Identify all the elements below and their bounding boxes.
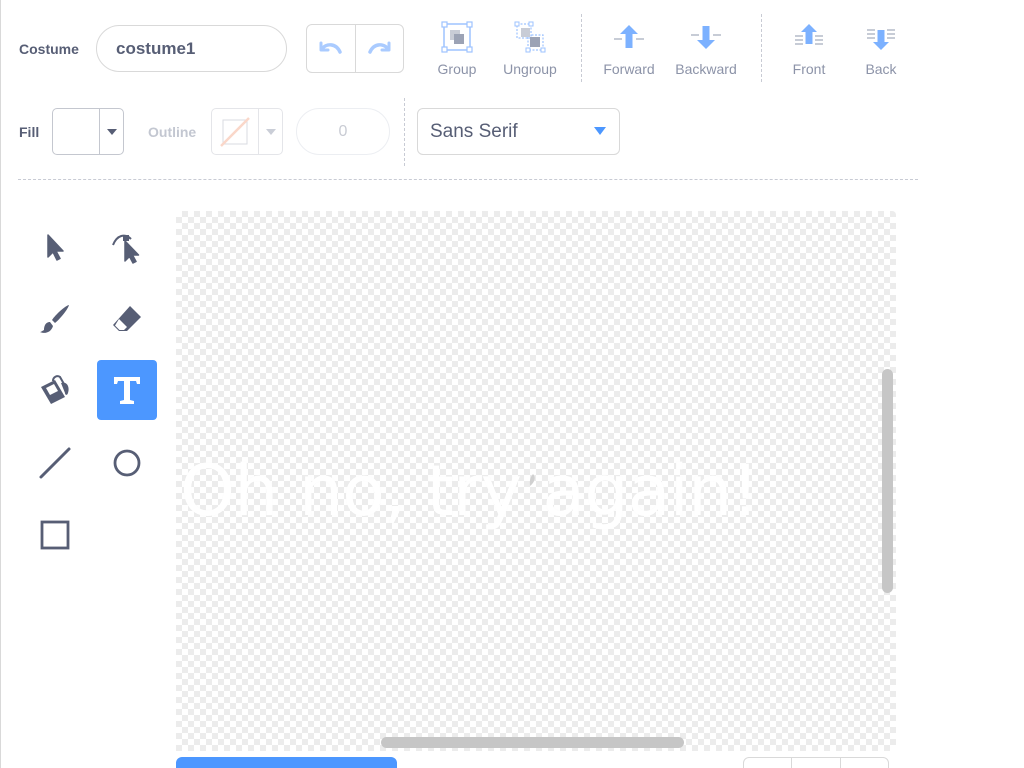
group-label: Group xyxy=(437,61,477,77)
ungroup-label: Ungroup xyxy=(503,61,557,77)
fill-dropdown[interactable] xyxy=(99,109,123,154)
caret-down-icon xyxy=(106,128,117,135)
outline-label: Outline xyxy=(148,124,197,140)
front-button[interactable]: Front xyxy=(772,20,846,80)
forward-label: Forward xyxy=(603,61,655,77)
toolbar-separator xyxy=(18,179,918,180)
select-tool[interactable] xyxy=(25,217,85,277)
back-label: Back xyxy=(865,61,897,77)
back-button[interactable]: Back xyxy=(844,20,918,80)
convert-button[interactable] xyxy=(176,757,397,768)
rectangle-tool[interactable] xyxy=(25,505,85,565)
paint-bucket-icon xyxy=(41,375,69,404)
rectangle-icon xyxy=(40,520,70,550)
text-cursor-icon xyxy=(529,474,535,486)
front-icon xyxy=(795,24,823,45)
group-button[interactable]: Group xyxy=(420,20,494,80)
fill-tool[interactable] xyxy=(25,361,85,421)
forward-button[interactable]: Forward xyxy=(592,20,666,80)
zoom-out-button[interactable] xyxy=(744,758,791,768)
circle-icon xyxy=(113,449,141,477)
font-value: Sans Serif xyxy=(430,120,518,142)
reshape-tool[interactable] xyxy=(97,217,157,277)
outline-swatch xyxy=(212,109,258,154)
caret-down-icon xyxy=(594,127,606,135)
undo-button[interactable] xyxy=(307,25,355,72)
canvas-text[interactable]: Oh no, try again! xyxy=(180,450,759,532)
undo-icon xyxy=(319,41,342,54)
zoom-controls xyxy=(743,757,889,768)
costume-label: Costume xyxy=(19,41,79,57)
fill-color-picker[interactable] xyxy=(52,108,124,155)
ungroup-icon xyxy=(514,21,546,53)
toolbar-divider xyxy=(761,14,762,82)
font-dropdown[interactable]: Sans Serif xyxy=(417,108,620,155)
redo-button[interactable] xyxy=(354,25,404,72)
toolbar-divider xyxy=(404,98,405,166)
outline-color-picker[interactable] xyxy=(211,108,283,155)
backward-icon xyxy=(691,26,721,49)
costume-name-input[interactable] xyxy=(96,25,287,72)
back-icon xyxy=(867,29,895,50)
canvas-vertical-scrollbar[interactable] xyxy=(882,369,893,593)
zoom-in-button[interactable] xyxy=(839,758,888,768)
brush-tool[interactable] xyxy=(25,289,85,349)
fill-label: Fill xyxy=(19,124,40,140)
backward-label: Backward xyxy=(675,61,737,77)
canvas-horizontal-scrollbar[interactable] xyxy=(381,737,684,748)
brush-icon xyxy=(40,305,69,333)
forward-icon xyxy=(614,25,644,48)
line-tool[interactable] xyxy=(25,433,85,493)
select-arrow-icon xyxy=(47,234,64,261)
circle-tool[interactable] xyxy=(97,433,157,493)
toolbar-divider xyxy=(581,14,582,82)
line-icon xyxy=(39,447,71,479)
redo-icon xyxy=(368,41,391,54)
no-color-icon xyxy=(220,116,250,147)
caret-down-icon xyxy=(265,128,276,135)
zoom-reset-button[interactable] xyxy=(791,758,839,768)
text-tool[interactable] xyxy=(97,360,157,420)
text-tool-icon xyxy=(114,377,140,404)
outline-dropdown[interactable] xyxy=(258,109,282,154)
backward-button[interactable]: Backward xyxy=(669,20,743,80)
front-label: Front xyxy=(792,61,826,77)
outline-width-input[interactable] xyxy=(296,108,390,155)
ungroup-button[interactable]: Ungroup xyxy=(493,20,567,80)
eraser-tool[interactable] xyxy=(97,289,157,349)
undo-redo-group xyxy=(306,24,404,73)
group-icon xyxy=(441,21,473,53)
eraser-icon xyxy=(113,306,141,331)
paint-canvas[interactable]: Oh no, try again! xyxy=(176,211,896,751)
reshape-icon xyxy=(112,234,140,264)
left-border xyxy=(0,0,1,768)
fill-swatch xyxy=(53,109,99,154)
